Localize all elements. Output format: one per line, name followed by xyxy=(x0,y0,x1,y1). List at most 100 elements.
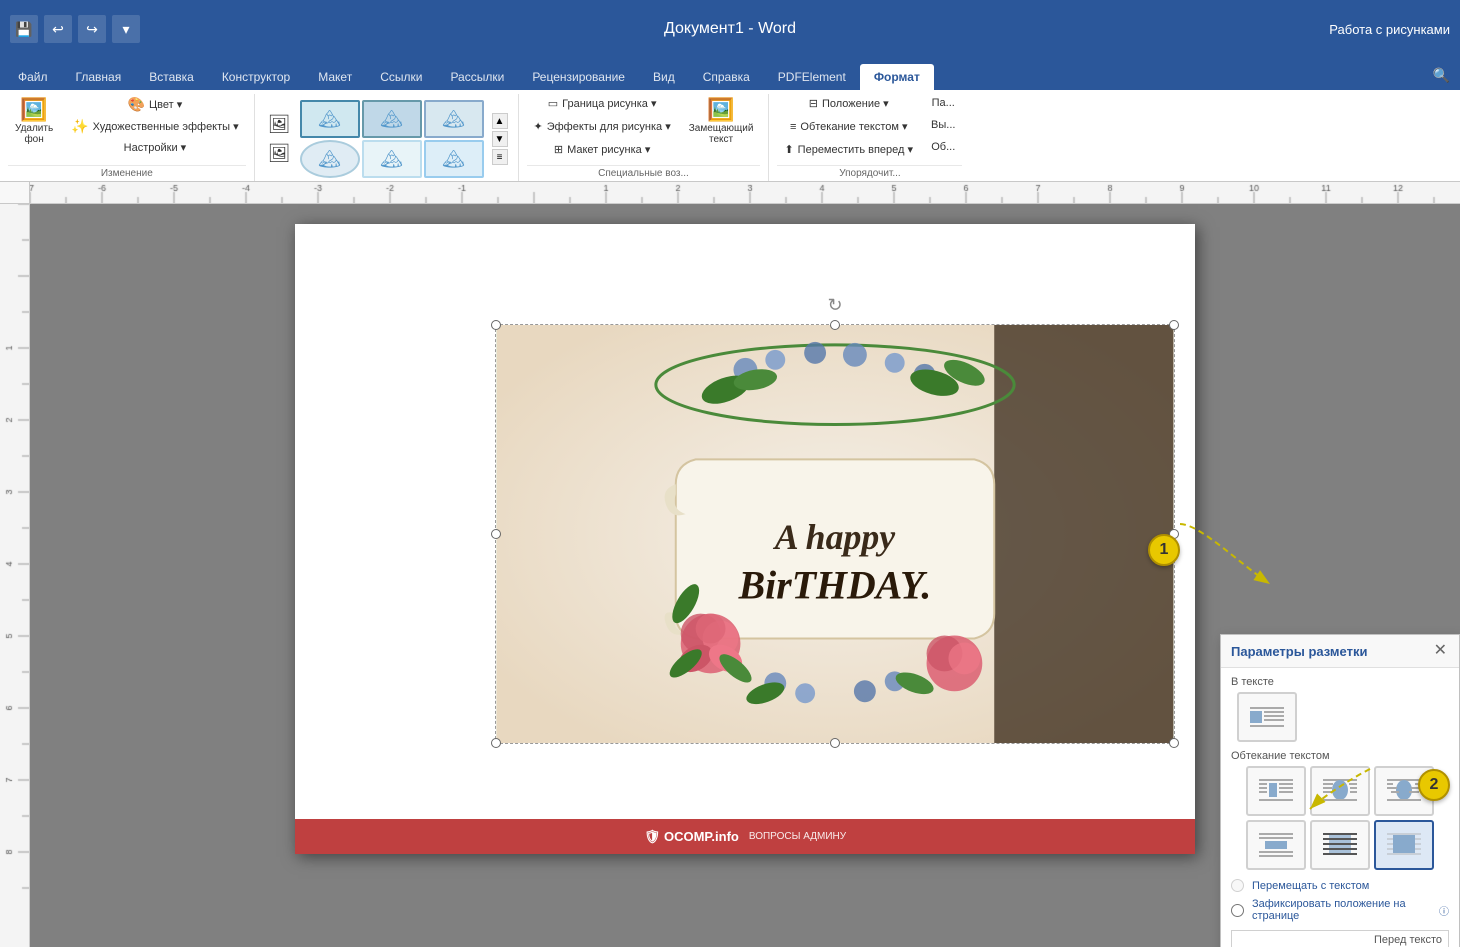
send-back-button[interactable]: Па... xyxy=(924,94,962,112)
gallery-scroll: ▲ ▼ ≡ xyxy=(492,113,508,165)
ribbon-group-arrange-content: ⊟ Положение ▾ ≡ Обтекание текстом ▾ ⬆ Пе… xyxy=(777,94,962,163)
fix-position-label: Зафиксировать положение на странице xyxy=(1252,898,1431,922)
callout-1-number: 1 xyxy=(1160,541,1169,559)
artistic-effects-button[interactable]: ✨ Художественные эффекты ▾ xyxy=(64,116,245,136)
group-special-label: Специальные воз... xyxy=(527,165,761,181)
gallery-more[interactable]: ≡ xyxy=(492,149,508,165)
layout-square-option[interactable] xyxy=(1246,766,1306,816)
tab-file[interactable]: Файл xyxy=(4,64,62,90)
picture-styles-gallery: 🏔 🏔 🏔 🏔 🏔 🏔 xyxy=(298,98,486,180)
birthday-card-svg: A happy BirTHDAY. xyxy=(496,325,1174,743)
effects-icon: ✨ xyxy=(71,119,88,133)
top-bottom-option-icon xyxy=(1257,831,1295,859)
vertical-ruler xyxy=(0,204,30,947)
gallery-scroll-up[interactable]: ▲ xyxy=(492,113,508,129)
callout-2-container: 2 xyxy=(1418,769,1450,801)
special-col: ▭ Граница рисунка ▾ ✦ Эффекты для рисунк… xyxy=(527,94,678,159)
bring-forward-button[interactable]: ⬆ Переместить вперед ▾ xyxy=(777,140,920,159)
wrap-text-icon: ≡ xyxy=(790,121,796,133)
document-area: A happy BirTHDAY. xyxy=(30,204,1460,947)
rotate-handle[interactable]: ↻ xyxy=(826,295,844,313)
layout-behind-option[interactable] xyxy=(1310,820,1370,870)
tab-review[interactable]: Рецензирование xyxy=(518,64,639,90)
ribbon-group-picture-styles: 🖼 🖼 🏔 🏔 🏔 🏔 🏔 🏔 ▲ ▼ ≡ xyxy=(255,94,519,181)
save-button[interactable]: 💾 xyxy=(10,15,38,43)
picture-layout-button[interactable]: ⊞ Макет рисунка ▾ xyxy=(527,140,678,159)
ribbon-tabs: Файл Главная Вставка Конструктор Макет С… xyxy=(0,58,1460,90)
style-5[interactable]: 🏔 xyxy=(362,140,422,178)
window-title: Документ1 - Word xyxy=(664,20,796,38)
arrange-col2: Па... Вы... Об... xyxy=(924,94,962,156)
tab-references[interactable]: Ссылки xyxy=(366,64,436,90)
svg-text:BirTHDAY.: BirTHDAY. xyxy=(738,564,932,608)
remove-background-button[interactable]: 🖼️ Удалитьфон xyxy=(8,94,60,150)
picture-style-small-btn2[interactable]: 🖼 xyxy=(265,140,294,167)
tab-home[interactable]: Главная xyxy=(62,64,136,90)
gallery-scroll-down[interactable]: ▼ xyxy=(492,131,508,147)
ribbon-group-special-content: ▭ Граница рисунка ▾ ✦ Эффекты для рисунк… xyxy=(527,94,761,163)
inline-options xyxy=(1221,692,1459,742)
tab-view[interactable]: Вид xyxy=(639,64,689,90)
search-button[interactable]: 🔍 xyxy=(1423,61,1460,90)
fix-position-radio[interactable] xyxy=(1231,904,1244,917)
alt-text-button[interactable]: 🖼️ Замещающийтекст xyxy=(682,94,761,150)
layout-tight-option[interactable] xyxy=(1310,766,1370,816)
remove-bg-icon: 🖼️ xyxy=(20,99,47,121)
picture-border-small-btn[interactable]: 🖼 xyxy=(265,111,294,138)
document-page: A happy BirTHDAY. xyxy=(295,224,1195,854)
redo-button[interactable]: ↪ xyxy=(78,15,106,43)
position-button[interactable]: ⊟ Положение ▾ xyxy=(777,94,920,113)
ribbon-tabs-wrapper: Файл Главная Вставка Конструктор Макет С… xyxy=(0,58,1460,90)
style-1[interactable]: 🏔 xyxy=(300,100,360,138)
picture-border-icon: ▭ xyxy=(548,97,558,110)
before-text-label-box: Перед тексто xyxy=(1231,930,1449,947)
tab-pdf[interactable]: PDFElement xyxy=(764,64,860,90)
title-bar: 💾 ↩ ↪ ▾ Документ1 - Word Работа с рисунк… xyxy=(0,0,1460,58)
remove-bg-label: Удалитьфон xyxy=(15,123,53,145)
layout-before-option[interactable]: ↖ xyxy=(1374,820,1434,870)
picture-effects-button[interactable]: ✦ Эффекты для рисунка ▾ xyxy=(527,117,678,136)
settings-button[interactable]: Настройки ▾ xyxy=(64,138,245,157)
group-arrange-label: Упорядочит... xyxy=(777,165,962,181)
selected-image[interactable]: A happy BirTHDAY. xyxy=(495,324,1175,744)
group-edit-label: Изменение xyxy=(8,165,246,181)
callout-2-number: 2 xyxy=(1430,776,1439,794)
tab-format[interactable]: Формат xyxy=(860,64,934,90)
ribbon-group-edit-content: 🖼️ Удалитьфон 🎨 Цвет ▾ ✨ Художественные … xyxy=(8,94,246,163)
style-4[interactable]: 🏔 xyxy=(300,140,360,178)
selection-pane-button[interactable]: Вы... xyxy=(924,116,962,134)
bring-forward-icon: ⬆ xyxy=(784,143,793,156)
wrap-text-button[interactable]: ≡ Обтекание текстом ▾ xyxy=(777,117,920,136)
inline-section-title: В тексте xyxy=(1221,668,1459,692)
ribbon-group-edit: 🖼️ Удалитьфон 🎨 Цвет ▾ ✨ Художественные … xyxy=(0,94,255,181)
style-3[interactable]: 🏔 xyxy=(424,100,484,138)
birthday-card-image: A happy BirTHDAY. xyxy=(496,325,1174,743)
undo-button[interactable]: ↩ xyxy=(44,15,72,43)
style-2[interactable]: 🏔 xyxy=(362,100,422,138)
before-text-label: Перед тексто xyxy=(1374,934,1442,946)
inline-option-icon xyxy=(1248,703,1286,731)
tab-mail[interactable]: Рассылки xyxy=(436,64,518,90)
before-option-icon xyxy=(1385,831,1423,859)
move-with-text-option: Перемещать с текстом xyxy=(1231,876,1449,895)
tab-help[interactable]: Справка xyxy=(689,64,764,90)
picture-border-label: Граница рисунка ▾ xyxy=(562,97,656,110)
callout-1-container: 1 xyxy=(1148,534,1180,566)
customize-quick-access-button[interactable]: ▾ xyxy=(112,15,140,43)
callout-1-circle: 1 xyxy=(1148,534,1180,566)
layout-panel-close-button[interactable]: ✕ xyxy=(1432,643,1449,659)
tab-layout[interactable]: Макет xyxy=(304,64,366,90)
layout-inline-option[interactable] xyxy=(1237,692,1297,742)
move-with-text-radio[interactable] xyxy=(1231,879,1244,892)
align-button[interactable]: Об... xyxy=(924,138,962,156)
tab-insert[interactable]: Вставка xyxy=(135,64,208,90)
bring-forward-label: Переместить вперед ▾ xyxy=(798,143,913,156)
layout-panel-title: Параметры разметки xyxy=(1231,644,1367,659)
style-6[interactable]: 🏔 xyxy=(424,140,484,178)
ribbon-group-special: ▭ Граница рисунка ▾ ✦ Эффекты для рисунк… xyxy=(519,94,770,181)
picture-border-button[interactable]: ▭ Граница рисунка ▾ xyxy=(527,94,678,113)
ribbon-group-arrange: ⊟ Положение ▾ ≡ Обтекание текстом ▾ ⬆ Пе… xyxy=(769,94,970,181)
tab-design[interactable]: Конструктор xyxy=(208,64,304,90)
layout-top-bottom-option[interactable] xyxy=(1246,820,1306,870)
color-button[interactable]: 🎨 Цвет ▾ xyxy=(64,94,245,114)
